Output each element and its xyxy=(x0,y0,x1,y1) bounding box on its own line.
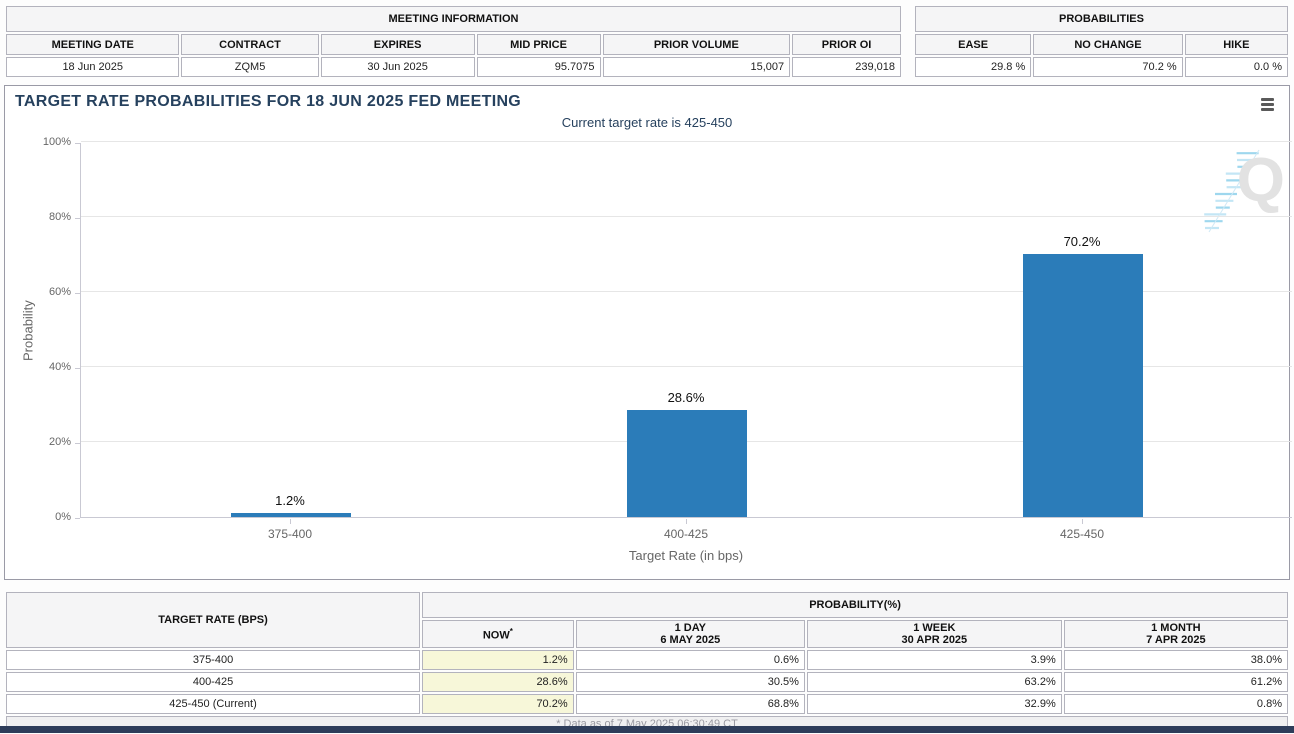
gridline xyxy=(81,216,1292,217)
table-row-425-450-current: 425-450 (Current) 70.2% 68.8% 32.9% 0.8% xyxy=(6,694,1288,714)
chart-context-menu-button[interactable] xyxy=(1259,96,1276,113)
prior-volume-value: 15,007 xyxy=(603,57,791,77)
ease-value: 29.8 % xyxy=(915,57,1031,77)
hamburger-menu-icon xyxy=(1261,98,1274,101)
rate-label: 400-425 xyxy=(6,672,420,692)
month-value: 38.0% xyxy=(1064,650,1288,670)
y-tick-label: 80% xyxy=(9,211,71,223)
col-header-now: NOW* xyxy=(422,620,574,648)
rate-label: 375-400 xyxy=(6,650,420,670)
bar-data-label: 1.2% xyxy=(230,493,350,508)
x-tick-mark xyxy=(290,519,291,524)
now-footnote-mark: * xyxy=(510,627,513,636)
day-value: 68.8% xyxy=(576,694,805,714)
x-tick-label: 425-450 xyxy=(1002,527,1162,541)
bar-data-label: 28.6% xyxy=(626,390,746,405)
col-header-meeting-date: MEETING DATE xyxy=(6,34,179,55)
mid-price-value: 95.7075 xyxy=(477,57,601,77)
rate-label: 425-450 (Current) xyxy=(6,694,420,714)
meeting-info-row: 18 Jun 2025 ZQM5 30 Jun 2025 95.7075 15,… xyxy=(6,57,901,77)
col-header-hike: HIKE xyxy=(1185,34,1288,55)
y-tick-label: 20% xyxy=(9,436,71,448)
x-axis-title: Target Rate (in bps) xyxy=(80,548,1292,563)
col-group-probability-pct: PROBABILITY(%) xyxy=(422,592,1288,618)
y-tick-label: 60% xyxy=(9,286,71,298)
gridline xyxy=(81,141,1292,142)
month-value: 0.8% xyxy=(1064,694,1288,714)
target-rate-probabilities-chart: TARGET RATE PROBABILITIES FOR 18 JUN 202… xyxy=(4,85,1290,580)
col-header-1-day: 1 DAY 6 MAY 2025 xyxy=(576,620,805,648)
probabilities-summary-table: PROBABILITIES EASE NO CHANGE HIKE 29.8 %… xyxy=(913,4,1290,79)
now-value: 70.2% xyxy=(422,694,574,714)
plot-area xyxy=(80,143,1292,518)
col-header-ease: EASE xyxy=(915,34,1031,55)
meeting-information-title: MEETING INFORMATION xyxy=(6,6,901,32)
x-tick-label: 400-425 xyxy=(606,527,766,541)
expires-value: 30 Jun 2025 xyxy=(321,57,475,77)
day-value: 30.5% xyxy=(576,672,805,692)
col-header-1-week: 1 WEEK 30 APR 2025 xyxy=(807,620,1062,648)
x-tick-mark xyxy=(1082,519,1083,524)
now-value: 28.6% xyxy=(422,672,574,692)
meeting-information-table: MEETING INFORMATION MEETING DATE CONTRAC… xyxy=(4,4,903,79)
col-header-target-rate-bps: TARGET RATE (BPS) xyxy=(6,592,420,648)
day-value: 0.6% xyxy=(576,650,805,670)
y-tick-mark xyxy=(75,518,80,519)
month-value: 61.2% xyxy=(1064,672,1288,692)
col-header-prior-oi: PRIOR OI xyxy=(792,34,901,55)
no-change-value: 70.2 % xyxy=(1033,57,1182,77)
y-tick-mark xyxy=(75,143,80,144)
y-tick-mark xyxy=(75,368,80,369)
bar-400-425[interactable] xyxy=(627,410,747,517)
chart-title: TARGET RATE PROBABILITIES FOR 18 JUN 202… xyxy=(15,93,521,111)
y-tick-label: 100% xyxy=(9,136,71,148)
y-tick-mark xyxy=(75,218,80,219)
probabilities-title: PROBABILITIES xyxy=(915,6,1288,32)
table-row-375-400: 375-400 1.2% 0.6% 3.9% 38.0% xyxy=(6,650,1288,670)
contract-value: ZQM5 xyxy=(181,57,318,77)
probabilities-summary-row: 29.8 % 70.2 % 0.0 % xyxy=(915,57,1288,77)
hike-value: 0.0 % xyxy=(1185,57,1288,77)
col-header-no-change: NO CHANGE xyxy=(1033,34,1182,55)
col-header-prior-volume: PRIOR VOLUME xyxy=(603,34,791,55)
y-tick-label: 40% xyxy=(9,361,71,373)
y-tick-mark xyxy=(75,293,80,294)
col-header-mid-price: MID PRICE xyxy=(477,34,601,55)
chart-subtitle: Current target rate is 425-450 xyxy=(5,115,1289,130)
table-row-400-425: 400-425 28.6% 30.5% 63.2% 61.2% xyxy=(6,672,1288,692)
col-header-contract: CONTRACT xyxy=(181,34,318,55)
y-tick-mark xyxy=(75,443,80,444)
week-value: 32.9% xyxy=(807,694,1062,714)
y-tick-label: 0% xyxy=(9,511,71,523)
x-tick-label: 375-400 xyxy=(210,527,370,541)
bar-425-450[interactable] xyxy=(1023,254,1143,517)
now-value: 1.2% xyxy=(422,650,574,670)
bar-data-label: 70.2% xyxy=(1022,234,1142,249)
bottom-bar xyxy=(0,726,1294,733)
probability-history-table: TARGET RATE (BPS) PROBABILITY(%) NOW* 1 … xyxy=(4,590,1290,734)
col-header-1-month: 1 MONTH 7 APR 2025 xyxy=(1064,620,1288,648)
x-tick-mark xyxy=(686,519,687,524)
y-axis-title: Probability xyxy=(19,143,37,518)
col-header-expires: EXPIRES xyxy=(321,34,475,55)
meeting-date-value: 18 Jun 2025 xyxy=(6,57,179,77)
prior-oi-value: 239,018 xyxy=(792,57,901,77)
bar-375-400[interactable] xyxy=(231,513,351,518)
week-value: 3.9% xyxy=(807,650,1062,670)
top-summary-row: MEETING INFORMATION MEETING DATE CONTRAC… xyxy=(0,0,1294,79)
week-value: 63.2% xyxy=(807,672,1062,692)
